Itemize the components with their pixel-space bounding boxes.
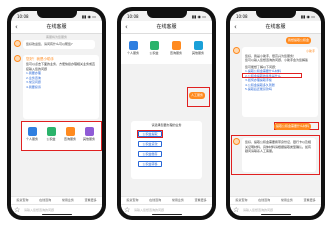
service-item-other[interactable]: 其他服务 xyxy=(189,41,207,55)
phone-frame-1: 10:08 ▮▮ ◉ ▭ ‹ 在线客服 客服将为您服务 您好欢迎您，请问有什么可… xyxy=(7,7,106,220)
assistant-reply: 小助手 您好，我是小助手，很高兴为您服务！ 您可以输入您想咨询的问题，小助手会为… xyxy=(242,47,318,117)
chat-header: ‹ 在线客服 xyxy=(11,21,102,34)
business-option[interactable]: 公积金缴存 xyxy=(138,151,162,157)
notch xyxy=(146,11,187,18)
business-option[interactable]: 公积金提取 xyxy=(138,131,162,137)
phone-screen-1: 10:08 ▮▮ ◉ ▭ ‹ 在线客服 客服将为您服务 您好欢迎您，请问有什么可… xyxy=(11,11,102,216)
service-item-fund[interactable]: 公积金 xyxy=(42,127,60,141)
service-label: 查询服务 xyxy=(63,137,76,141)
service-label: 其他服务 xyxy=(82,137,95,141)
quick-action[interactable]: 常用业务 xyxy=(57,197,80,204)
star-icon[interactable]: ☆ xyxy=(14,206,20,215)
quick-action[interactable]: 查看更多 xyxy=(298,197,321,204)
link-highlight-box xyxy=(242,73,302,78)
chat-header: ‹ 在线客服 xyxy=(121,21,212,34)
person-icon xyxy=(128,41,138,50)
status-icons: ▮▮ ◉ ▭ xyxy=(191,14,206,19)
phone-screen-3: 10:08 ▮▮ ◉ ▭ ‹ 在线客服 我想提取公积金 小助手 您好，我是小助手… xyxy=(230,11,321,216)
chat-icon xyxy=(193,41,203,50)
document-icon xyxy=(149,41,159,50)
quick-action[interactable]: 常用业务 xyxy=(276,197,299,204)
menu-card: 您好！我是小助手 您可以点击下面的业务，方便快捷办理相关业务或直接输入您的问题 … xyxy=(23,55,99,119)
select-prompt: 请选择您要办理的业务 xyxy=(151,123,182,127)
quick-action[interactable]: 常用业务 xyxy=(167,197,190,204)
service-item-query[interactable]: 查询服务 xyxy=(61,127,79,141)
home-indicator xyxy=(41,213,72,215)
back-icon[interactable]: ‹ xyxy=(15,21,18,33)
quick-actions-bar: 投资查询 在线咨询 常用业务 查看更多 xyxy=(11,196,102,204)
quick-action[interactable]: 投资查询 xyxy=(11,197,34,204)
back-icon[interactable]: ‹ xyxy=(125,21,128,33)
star-icon[interactable]: ☆ xyxy=(233,206,239,215)
business-option[interactable]: 公积金转移 xyxy=(138,161,162,167)
assistant-avatar xyxy=(233,47,240,54)
menu-card-text: 您可以点击下面的业务，方便快捷办理相关业务或直接输入您的问题 xyxy=(26,62,96,71)
quick-action[interactable]: 在线咨询 xyxy=(144,197,167,204)
service-item-fund[interactable]: 公积金 xyxy=(145,41,163,55)
message-input[interactable]: 请输入您想咨询的问题 xyxy=(243,207,317,214)
service-label: 公积金 xyxy=(149,51,159,55)
menu-option[interactable]: 4.我要投诉 xyxy=(26,85,96,90)
page-title: 在线客服 xyxy=(265,24,286,30)
status-time: 10:08 xyxy=(17,14,29,19)
grid-icon xyxy=(84,127,94,136)
phone-screen-2: 10:08 ▮▮ ◉ ▭ ‹ 在线客服 个人服务 公积金 查询服务 其他服务 人… xyxy=(121,11,212,216)
quick-action[interactable]: 在线咨询 xyxy=(253,197,276,204)
service-item-other[interactable]: 其他服务 xyxy=(80,127,98,141)
user-message: 我想提取公积金 xyxy=(285,37,311,44)
message-input[interactable]: 请输入您想咨询的问题 xyxy=(24,207,98,214)
service-label: 其他服务 xyxy=(191,51,204,55)
quick-action[interactable]: 查看更多 xyxy=(79,197,102,204)
assistant-avatar xyxy=(14,40,21,47)
back-icon[interactable]: ‹ xyxy=(234,21,237,33)
quick-action[interactable]: 投资查询 xyxy=(230,197,253,204)
assistant-intro: 您可以输入您想咨询的问题，小助手会为您解答 xyxy=(245,58,309,62)
star-icon[interactable]: ☆ xyxy=(124,206,130,215)
phone-frame-2: 10:08 ▮▮ ◉ ▭ ‹ 在线客服 个人服务 公积金 查询服务 其他服务 人… xyxy=(117,7,216,220)
service-label: 个人服务 xyxy=(126,51,139,55)
home-indicator xyxy=(151,213,182,215)
service-label: 个人服务 xyxy=(25,137,38,141)
status-time: 10:08 xyxy=(236,14,248,19)
search-icon xyxy=(171,41,181,50)
service-label: 查询服务 xyxy=(169,51,182,55)
notch xyxy=(36,11,77,18)
chat-header: ‹ 在线客服 xyxy=(230,21,321,34)
quick-actions-bar: 投资查询 在线咨询 常用业务 查看更多 xyxy=(230,196,321,204)
quick-actions-bar: 投资查询 在线咨询 常用业务 查看更多 xyxy=(121,196,212,204)
service-item-query[interactable]: 查询服务 xyxy=(167,41,185,55)
quick-action[interactable]: 查看更多 xyxy=(189,197,212,204)
page-title: 在线客服 xyxy=(46,24,67,30)
quick-action[interactable]: 投资查询 xyxy=(121,197,144,204)
service-item-personal[interactable]: 个人服务 xyxy=(124,41,142,55)
user-message: 提取公积金需要什么材料 xyxy=(273,123,311,130)
search-icon xyxy=(65,127,75,136)
business-option[interactable]: 公积金贷款 xyxy=(138,141,162,147)
page-title: 在线客服 xyxy=(156,24,177,30)
human-service-button[interactable]: 人工服务 xyxy=(189,92,206,99)
message-input[interactable]: 请输入您想咨询的问题 xyxy=(134,207,208,214)
status-icons: ▮▮ ◉ ▭ xyxy=(81,14,96,19)
chat-subtitle: 客服将为您服务 xyxy=(45,35,67,39)
quick-action[interactable]: 在线咨询 xyxy=(34,197,57,204)
assistant-answer: 您好，提取公积金需要携带身份证、银行卡以及相关证明材料，具体材料请根据提取类型确… xyxy=(242,138,316,172)
status-icons: ▮▮ ◉ ▭ xyxy=(300,14,315,19)
service-label: 公积金 xyxy=(46,137,56,141)
home-indicator xyxy=(260,213,291,215)
person-icon xyxy=(27,127,37,136)
status-time: 10:08 xyxy=(127,14,139,19)
notch xyxy=(255,11,296,18)
faq-link[interactable]: 5.提取后还能贷款吗 xyxy=(245,87,315,92)
assistant-avatar xyxy=(233,138,240,145)
assistant-avatar xyxy=(14,55,21,62)
phone-frame-3: 10:08 ▮▮ ◉ ▭ ‹ 在线客服 我想提取公积金 小助手 您好，我是小助手… xyxy=(226,7,325,220)
document-icon xyxy=(46,127,56,136)
service-item-personal[interactable]: 个人服务 xyxy=(23,127,41,141)
welcome-message: 您好欢迎您，请问有什么可以帮您? xyxy=(23,40,95,49)
